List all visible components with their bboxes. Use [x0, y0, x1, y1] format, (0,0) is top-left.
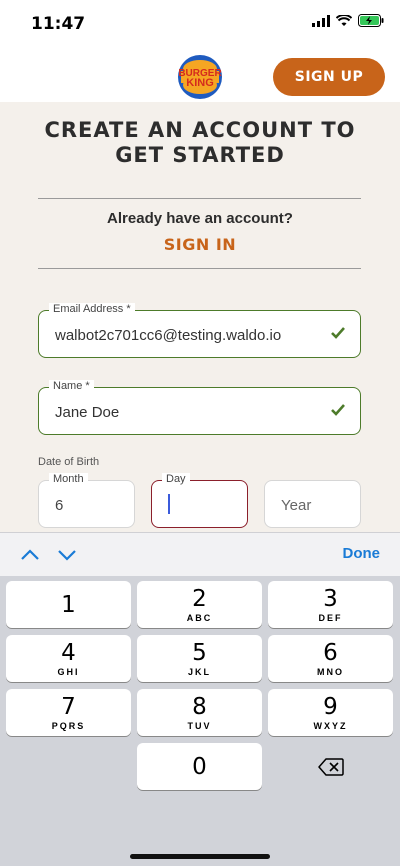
key-8[interactable]: 8 TUV	[137, 689, 262, 736]
key-3[interactable]: 3 DEF	[268, 581, 393, 628]
month-value: 6	[55, 497, 64, 514]
key-2[interactable]: 2 ABC	[137, 581, 262, 628]
email-label: Email Address *	[49, 303, 135, 315]
backspace-icon	[317, 757, 344, 776]
month-field[interactable]: Month 6	[38, 473, 135, 528]
name-field[interactable]: Name * Jane Doe	[38, 380, 361, 435]
checkmark-icon	[331, 404, 345, 416]
divider	[38, 268, 361, 269]
signup-form: CREATE AN ACCOUNT TO GET STARTED Already…	[0, 102, 400, 532]
already-account-text: Already have an account?	[107, 210, 293, 227]
burger-king-logo: BURGER KING	[177, 54, 223, 100]
next-field-icon[interactable]	[55, 543, 79, 567]
keyboard-toolbar: Done	[0, 532, 400, 576]
key-7[interactable]: 7 PQRS	[6, 689, 131, 736]
dob-label: Date of Birth	[38, 456, 100, 468]
home-indicator	[130, 854, 270, 859]
key-9[interactable]: 9 WXYZ	[268, 689, 393, 736]
day-label: Day	[162, 473, 190, 485]
page-title: CREATE AN ACCOUNT TO GET STARTED	[44, 118, 356, 167]
divider	[38, 198, 361, 199]
app-header: BURGER KING SIGN UP	[0, 46, 400, 102]
battery-charging-icon	[358, 14, 384, 27]
day-field[interactable]: Day	[151, 473, 248, 528]
status-time: 11:47	[31, 14, 86, 34]
email-field[interactable]: Email Address * walbot2c701cc6@testing.w…	[38, 303, 361, 358]
wifi-icon	[336, 14, 352, 26]
numeric-keypad: 1 2 ABC 3 DEF 4 GHI 5 JKL 6 MNO 7 PQRS 8 TUV 9W…	[0, 576, 400, 866]
svg-text:KING: KING	[186, 77, 214, 89]
month-label: Month	[49, 473, 88, 485]
year-field[interactable]: Year	[264, 480, 361, 528]
name-value: Jane Doe	[55, 404, 120, 421]
email-value: walbot2c701cc6@testing.waldo.io	[55, 327, 282, 344]
name-label: Name *	[49, 380, 94, 392]
delete-key[interactable]	[268, 743, 393, 790]
previous-field-icon[interactable]	[18, 543, 42, 567]
status-bar: 11:47	[0, 0, 400, 46]
key-1[interactable]: 1	[6, 581, 131, 628]
signal-icon	[312, 14, 330, 27]
status-icons	[312, 14, 384, 27]
key-6[interactable]: 6 MNO	[268, 635, 393, 682]
key-4[interactable]: 4 GHI	[6, 635, 131, 682]
key-0[interactable]: 0	[137, 743, 262, 790]
text-cursor	[168, 494, 170, 514]
sign-up-button[interactable]: SIGN UP	[273, 58, 385, 96]
key-5[interactable]: 5 JKL	[137, 635, 262, 682]
sign-in-link[interactable]: SIGN IN	[0, 235, 400, 254]
done-button[interactable]: Done	[343, 545, 381, 562]
year-placeholder: Year	[281, 497, 312, 514]
checkmark-icon	[331, 327, 345, 339]
